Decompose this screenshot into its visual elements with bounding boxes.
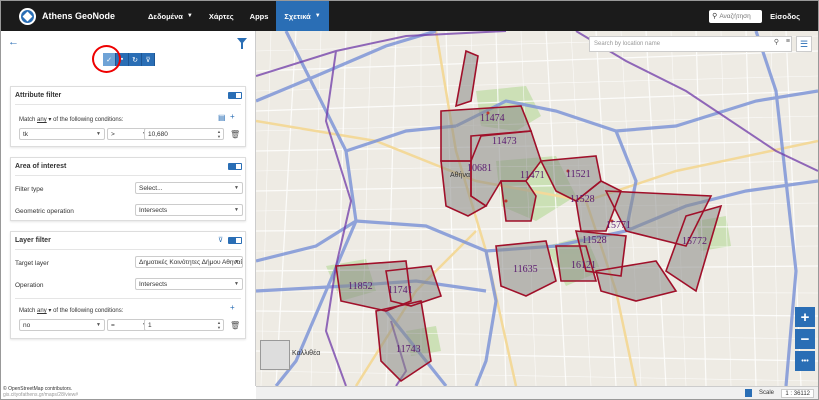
zoom-out-button[interactable]: − xyxy=(795,329,815,349)
polygon-label: 15771 xyxy=(606,220,631,231)
layer-filter-toggle[interactable] xyxy=(228,237,242,244)
location-search-input[interactable]: Search by location name xyxy=(589,36,792,52)
reset-button[interactable]: ↻ xyxy=(129,53,142,66)
attribution: © OpenStreetMap contributors. gis.cityof… xyxy=(3,386,255,399)
page-url: gis.cityofathens.gr/maps/28/view# xyxy=(3,392,79,398)
chevron-down-icon: ▼ xyxy=(234,281,239,287)
polygon-label: 11473 xyxy=(492,136,517,147)
main-nav: Δεδομένα ▼ Χάρτες Apps Σχετικά ▼ xyxy=(140,1,329,31)
polygon-label: 16121 xyxy=(571,260,596,271)
back-arrow-icon[interactable]: ← xyxy=(8,36,19,48)
polygon-label: 10681 xyxy=(467,163,492,174)
brand-title: Athens GeoNode xyxy=(42,11,116,21)
area-of-interest-section: Area of interest Filter type Select... ▼ … xyxy=(10,157,246,221)
search-icon[interactable]: ⚲ xyxy=(774,38,779,46)
background-switcher[interactable] xyxy=(260,340,290,370)
polygon-label: 11852 xyxy=(348,281,373,292)
clipboard-icon[interactable]: ▤ xyxy=(218,113,226,122)
section-title: Area of interest xyxy=(15,163,67,170)
operation-select[interactable]: Intersects ▼ xyxy=(135,278,243,290)
filter-icon[interactable] xyxy=(237,38,247,49)
polygon-label: 11741 xyxy=(388,285,413,296)
trash-icon[interactable]: 🗑 xyxy=(230,321,240,330)
polygon-label: 11521 xyxy=(566,169,591,180)
map-canvas[interactable] xyxy=(256,31,818,386)
value-input[interactable]: 1 ▲ ▼ xyxy=(144,319,224,331)
chevron-down-icon: ▼ xyxy=(314,13,321,19)
polygon-label: 11528 xyxy=(582,235,607,246)
match-any-dropdown[interactable]: any xyxy=(37,117,47,123)
chevron-down-icon: ▼ xyxy=(234,207,239,213)
target-layer-select[interactable]: Δημοτικές Κοινότητες Δήμου Αθηναί ▼ xyxy=(135,256,243,268)
map-viewer[interactable]: 11474 11473 10681 11471 11521 11528 1577… xyxy=(256,31,818,386)
match-condition-text: Match any ▾ of the following conditions: xyxy=(19,308,124,314)
area-of-interest-toggle[interactable] xyxy=(228,163,242,170)
match-any-dropdown[interactable]: any xyxy=(37,308,47,314)
chevron-down-icon: ▼ xyxy=(186,13,193,19)
city-label: Αθήνα xyxy=(450,172,471,179)
nav-apps[interactable]: Apps xyxy=(242,1,277,31)
attribute-filter-section: Attribute filter Match any ▾ of the foll… xyxy=(10,86,246,147)
polygon-label: 11635 xyxy=(513,264,538,275)
chevron-down-icon: ▼ xyxy=(96,322,101,328)
polygon-label: 15772 xyxy=(682,236,707,247)
chevron-down-icon: ▼ xyxy=(234,185,239,191)
field-select[interactable]: tk ▼ xyxy=(19,128,105,140)
geonode-logo-icon xyxy=(19,7,36,25)
filter-type-label: Filter type xyxy=(15,186,44,193)
polygon-label: 11743 xyxy=(396,344,421,355)
chevron-down-icon: ▼ xyxy=(96,131,101,137)
zoom-in-button[interactable]: + xyxy=(795,307,815,327)
operation-label: Operation xyxy=(15,282,44,289)
filter-button[interactable]: ⊽ xyxy=(142,53,155,66)
filter-type-select[interactable]: Select... ▼ xyxy=(135,182,243,194)
nav-maps[interactable]: Χάρτες xyxy=(201,1,242,31)
brand[interactable]: Athens GeoNode xyxy=(19,1,115,31)
value-input[interactable]: 10,680 ▲ ▼ xyxy=(144,128,224,140)
site-search-input[interactable] xyxy=(719,12,758,20)
filter-icon[interactable]: ⊽ xyxy=(218,236,223,244)
login-link[interactable]: Είσοδος xyxy=(770,12,800,21)
section-title: Layer filter xyxy=(15,237,51,244)
highlight-circle xyxy=(92,45,121,73)
search-icon: ⚲ xyxy=(712,13,718,20)
add-condition-button[interactable]: + xyxy=(230,303,235,312)
target-layer-label: Target layer xyxy=(15,260,49,267)
scale-select[interactable]: 1 : 36112 xyxy=(781,389,814,398)
scale-label: Scale xyxy=(758,390,774,396)
attribute-filter-toggle[interactable] xyxy=(228,92,242,99)
map-footer: Scale 1 : 36112 xyxy=(256,386,818,399)
polygon-label: 11471 xyxy=(520,170,545,181)
add-condition-button[interactable]: + xyxy=(230,112,235,121)
geometric-operation-label: Geometric operation xyxy=(15,208,74,215)
layer-filter-section: Layer filter ⊽ Target layer Δημοτικές Κο… xyxy=(10,231,246,339)
print-icon[interactable] xyxy=(745,389,752,397)
polygon-label: 11474 xyxy=(480,113,505,124)
menu-icon[interactable]: ≡ xyxy=(786,38,790,45)
match-condition-text: Match any ▾ of the following conditions: xyxy=(19,117,124,123)
trash-icon[interactable]: 🗑 xyxy=(230,130,240,139)
geometric-operation-select[interactable]: Intersects ▼ xyxy=(135,204,243,216)
polygon-label: 11528 xyxy=(570,194,595,205)
nav-data[interactable]: Δεδομένα ▼ xyxy=(140,1,201,31)
top-navbar: Athens GeoNode Δεδομένα ▼ Χάρτες Apps Σχε… xyxy=(1,1,818,31)
more-options-button[interactable]: ••• xyxy=(795,351,815,371)
chevron-down-icon: ▼ xyxy=(234,259,239,265)
nav-about[interactable]: Σχετικά ▼ xyxy=(276,1,329,31)
burger-menu-button[interactable]: ☰ xyxy=(796,36,812,52)
section-title: Attribute filter xyxy=(15,92,62,99)
site-search[interactable]: ⚲ xyxy=(709,9,763,23)
field-select[interactable]: no ▼ xyxy=(19,319,105,331)
minimap-city-label: Καλλιθέα xyxy=(292,350,321,357)
